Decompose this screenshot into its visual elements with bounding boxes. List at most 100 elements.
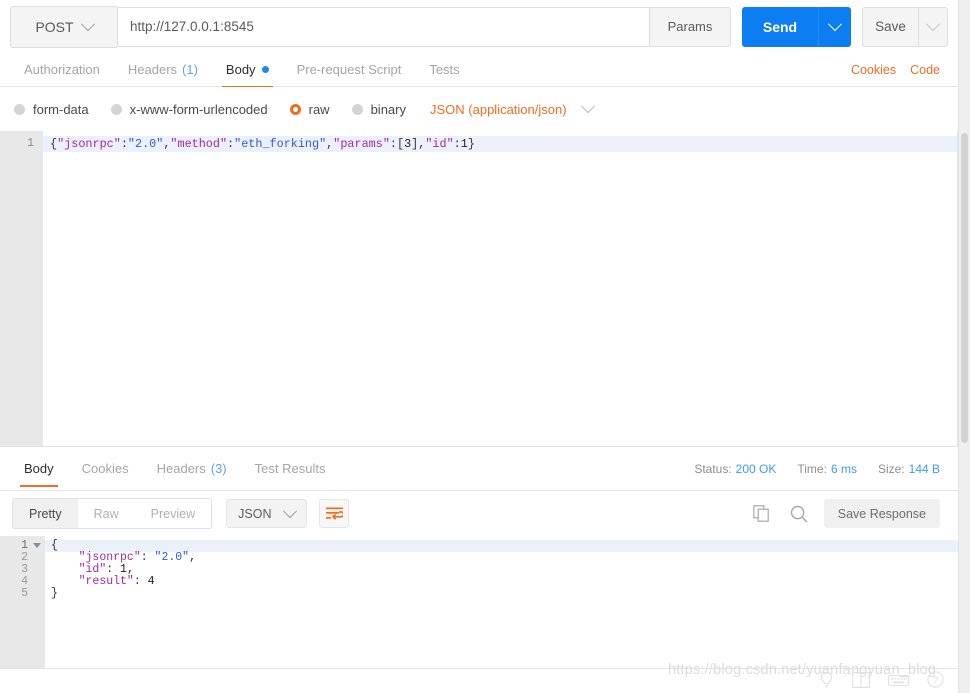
- body-type-binary[interactable]: binary: [351, 102, 406, 117]
- body-type-urlencoded[interactable]: x-www-form-urlencoded: [110, 101, 268, 117]
- send-button[interactable]: Send: [742, 6, 818, 47]
- tab-body[interactable]: Body: [212, 53, 283, 88]
- body-type-raw[interactable]: raw: [289, 102, 330, 117]
- line-number: 1: [27, 137, 34, 150]
- two-pane-icon[interactable]: [852, 671, 870, 691]
- word-wrap-button[interactable]: [319, 499, 350, 528]
- help-icon[interactable]: ?: [927, 671, 944, 691]
- response-tab-headers[interactable]: Headers (3): [143, 452, 241, 486]
- http-method-selector[interactable]: POST: [10, 5, 117, 48]
- code-token: "eth_forking": [234, 137, 327, 151]
- status-bar: ?: [0, 669, 958, 693]
- send-options-button[interactable]: [818, 6, 851, 47]
- headers-count: (1): [182, 62, 198, 77]
- tab-headers[interactable]: Headers (1): [114, 53, 212, 87]
- http-method-label: POST: [35, 18, 74, 35]
- chevron-down-icon: [283, 503, 298, 518]
- code-link[interactable]: Code: [910, 63, 940, 77]
- save-button[interactable]: Save: [862, 6, 918, 47]
- tab-label: Pre-request Script: [296, 62, 402, 77]
- search-icon: [790, 505, 808, 522]
- response-body-editor[interactable]: 12345 { "jsonrpc": "2.0", "id": 1, "resu…: [0, 536, 958, 669]
- cookies-link[interactable]: Cookies: [851, 63, 896, 77]
- code-token: }: [51, 587, 58, 600]
- search-button[interactable]: [787, 502, 811, 526]
- radio-icon: [14, 103, 25, 115]
- time-meta: Time: 6 ms: [797, 462, 857, 476]
- save-options-button[interactable]: [918, 6, 948, 47]
- copy-icon: [753, 505, 770, 522]
- request-code-area[interactable]: {"jsonrpc":"2.0","method":"eth_forking",…: [43, 131, 958, 446]
- code-line[interactable]: }: [45, 588, 958, 600]
- code-token: :: [140, 551, 155, 564]
- bulb-icon[interactable]: [819, 671, 834, 691]
- content-type-selector[interactable]: JSON (application/json): [430, 99, 595, 117]
- tab-tests[interactable]: Tests: [415, 53, 473, 87]
- code-token: "jsonrpc": [57, 137, 121, 151]
- response-headers-count: (3): [210, 461, 227, 476]
- size-label: Size:: [877, 461, 905, 476]
- body-type-row: form-data x-www-form-urlencoded raw bina…: [0, 87, 958, 131]
- size-value: 144 B: [908, 461, 940, 476]
- code-line[interactable]: "result": 4: [45, 576, 958, 588]
- url-bar: POST http://127.0.0.1:8545 Params Send S…: [0, 0, 958, 53]
- response-meta: Status: 200 OK Time: 6 ms Size: 144 B: [694, 462, 948, 476]
- code-token: ],: [411, 137, 426, 151]
- tab-pre-request-script[interactable]: Pre-request Script: [283, 53, 416, 87]
- save-button-group: Save: [862, 6, 948, 47]
- tab-label: Tests: [429, 62, 460, 77]
- keyboard-icon[interactable]: [888, 673, 909, 690]
- save-response-button[interactable]: Save Response: [823, 499, 940, 528]
- code-token: :: [133, 575, 148, 588]
- code-token: "2.0": [154, 551, 190, 564]
- url-text: http://127.0.0.1:8545: [130, 19, 254, 34]
- response-tab-body[interactable]: Body: [10, 452, 68, 487]
- code-line[interactable]: "jsonrpc": "2.0",: [45, 552, 958, 564]
- copy-button[interactable]: [750, 502, 774, 526]
- code-token: 4: [147, 575, 155, 588]
- radio-icon: [110, 103, 122, 115]
- time-value: 6 ms: [830, 461, 857, 476]
- request-line-numbers: 1: [0, 131, 43, 446]
- response-tab-test-results[interactable]: Test Results: [241, 452, 340, 486]
- radio-checked-icon: [289, 103, 301, 115]
- response-toolbar: Pretty Raw Preview JSON Save Response: [0, 491, 958, 536]
- code-line[interactable]: {"jsonrpc":"2.0","method":"eth_forking",…: [43, 136, 958, 152]
- body-type-label: x-www-form-urlencoded: [129, 101, 268, 117]
- status-label: Status:: [694, 461, 732, 476]
- code-token: "params": [333, 137, 390, 151]
- chevron-down-icon: [80, 16, 95, 31]
- svg-text:?: ?: [933, 675, 939, 686]
- response-tab-cookies[interactable]: Cookies: [68, 452, 143, 486]
- fold-toggle-icon[interactable]: [33, 543, 41, 548]
- vertical-scrollbar[interactable]: [961, 133, 968, 443]
- request-right-links: Cookies Code: [851, 63, 948, 77]
- word-wrap-icon: [325, 507, 343, 520]
- request-body-editor[interactable]: 1 {"jsonrpc":"2.0","method":"eth_forking…: [0, 131, 958, 446]
- code-line[interactable]: "id": 1,: [45, 564, 958, 576]
- code-token: 1: [460, 137, 468, 151]
- status-bar-icons: ?: [819, 671, 958, 691]
- url-input[interactable]: http://127.0.0.1:8545: [117, 6, 649, 47]
- tab-label: Headers: [127, 62, 178, 77]
- chevron-down-icon: [925, 16, 941, 31]
- send-button-group: Send: [742, 6, 851, 47]
- view-mode-preview[interactable]: Preview: [134, 499, 212, 528]
- response-format-label: JSON: [238, 506, 272, 521]
- body-type-form-data[interactable]: form-data: [14, 102, 89, 117]
- view-mode-pretty[interactable]: Pretty: [13, 499, 78, 528]
- tab-label: Authorization: [24, 62, 100, 77]
- view-mode-raw[interactable]: Raw: [77, 499, 135, 528]
- size-meta: Size: 144 B: [878, 462, 940, 476]
- code-token: "id": [425, 137, 454, 151]
- code-token: :[: [389, 137, 405, 151]
- tab-label: Test Results: [254, 461, 326, 476]
- params-button[interactable]: Params: [649, 6, 731, 47]
- request-tabs: Authorization Headers (1) Body Pre-reque…: [0, 53, 958, 88]
- response-code-area[interactable]: { "jsonrpc": "2.0", "id": 1, "result": 4…: [45, 536, 958, 668]
- body-type-label: form-data: [33, 101, 89, 117]
- response-format-selector[interactable]: JSON: [226, 499, 308, 528]
- time-label: Time:: [797, 461, 827, 476]
- tab-label: Headers: [156, 461, 206, 476]
- tab-authorization[interactable]: Authorization: [10, 53, 114, 87]
